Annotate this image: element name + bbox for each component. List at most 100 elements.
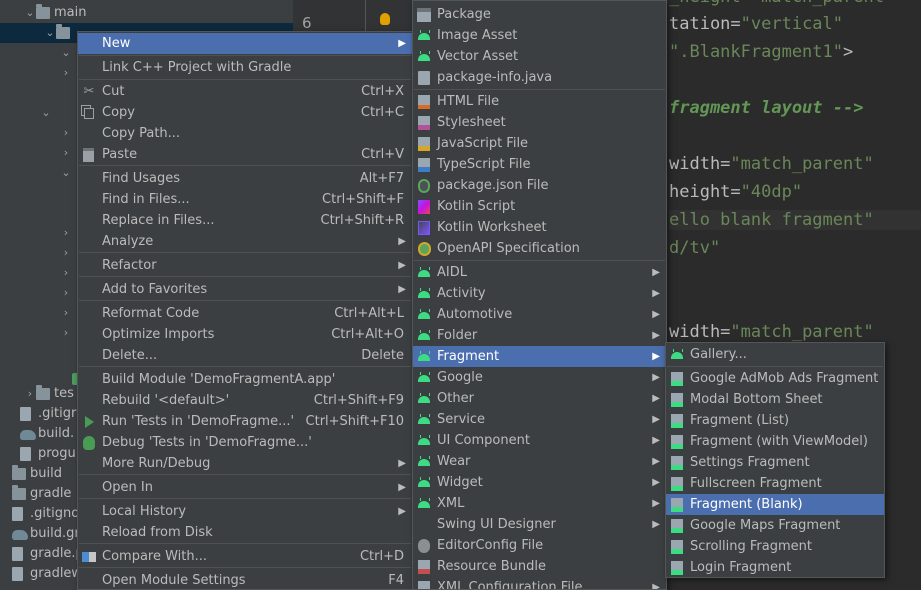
- menu-item-resource-bundle[interactable]: Resource Bundle: [413, 556, 666, 577]
- file-icon: [20, 407, 31, 421]
- chevron-down-icon[interactable]: ⌄: [40, 103, 52, 123]
- menu-item-label: Fullscreen Fragment: [690, 476, 822, 491]
- menu-item-widget[interactable]: Widget ▶: [413, 472, 666, 493]
- menu-item-openapi-specification[interactable]: OpenAPI Specification: [413, 238, 666, 259]
- menu-item-reformat-code[interactable]: Reformat Code Ctrl+Alt+L: [78, 303, 412, 324]
- menu-item-editorconfig-file[interactable]: EditorConfig File: [413, 535, 666, 556]
- menu-item-swing-ui-designer[interactable]: Swing UI Designer ▶: [413, 514, 666, 535]
- menu-item-fragment-blank[interactable]: Fragment (Blank): [666, 494, 884, 515]
- code-token: width=: [669, 322, 731, 342]
- menu-item-fullscreen-fragment[interactable]: Fullscreen Fragment: [666, 473, 884, 494]
- menu-item-scrolling-fragment[interactable]: Scrolling Fragment: [666, 536, 884, 557]
- menu-item-package-json-file[interactable]: package.json File: [413, 175, 666, 196]
- menu-item-shortcut: F4: [388, 573, 404, 588]
- menu-item-reload-from-disk[interactable]: Reload from Disk: [78, 522, 412, 543]
- menu-item-settings-fragment[interactable]: Settings Fragment: [666, 452, 884, 473]
- menu-item-aidl[interactable]: AIDL ▶: [413, 262, 666, 283]
- chevron-right-icon[interactable]: ›: [60, 323, 72, 343]
- tree-row-label: progu: [38, 446, 76, 461]
- chevron-right-icon[interactable]: ›: [60, 263, 72, 283]
- fragment-icon: [671, 372, 683, 386]
- menu-item-kotlin-worksheet[interactable]: Kotlin Worksheet: [413, 217, 666, 238]
- menu-item-service[interactable]: Service ▶: [413, 409, 666, 430]
- menu-item-javascript-file[interactable]: JavaScript File: [413, 133, 666, 154]
- chevron-down-icon[interactable]: ⌄: [44, 23, 56, 43]
- menu-item-optimize-imports[interactable]: Optimize Imports Ctrl+Alt+O: [78, 324, 412, 345]
- chevron-right-icon[interactable]: ›: [60, 303, 72, 323]
- menu-item-label: package-info.java: [437, 70, 553, 85]
- code-line: d/tv": [669, 238, 720, 258]
- menu-item-copy[interactable]: Copy Ctrl+C: [78, 102, 412, 123]
- menu-item-new[interactable]: New ▶: [78, 33, 412, 54]
- menu-item-automotive[interactable]: Automotive ▶: [413, 304, 666, 325]
- tree-row-label: gradle: [30, 486, 72, 501]
- menu-item-image-asset[interactable]: Image Asset: [413, 25, 666, 46]
- menu-item-google[interactable]: Google ▶: [413, 367, 666, 388]
- chevron-down-icon[interactable]: ⌄: [60, 43, 72, 63]
- submenu-arrow-icon: ▶: [652, 393, 660, 404]
- chevron-right-icon[interactable]: ›: [24, 384, 36, 404]
- android-icon: [417, 455, 431, 469]
- menu-item-cut[interactable]: ✂ Cut Ctrl+X: [78, 81, 412, 102]
- menu-item-build-module-demofragmenta-app[interactable]: Build Module 'DemoFragmentA.app': [78, 369, 412, 390]
- chevron-right-icon[interactable]: ›: [60, 243, 72, 263]
- menu-item-delete[interactable]: Delete... Delete: [78, 345, 412, 366]
- chevron-right-icon[interactable]: ›: [60, 283, 72, 303]
- menu-item-run-tests-in-demofragme[interactable]: Run 'Tests in 'DemoFragme...' Ctrl+Shift+…: [78, 411, 412, 432]
- file-icon: [12, 547, 23, 561]
- menu-item-debug-tests-in-demofragme[interactable]: Debug 'Tests in 'DemoFragme...': [78, 432, 412, 453]
- menu-item-gallery[interactable]: Gallery...: [666, 344, 884, 365]
- folder-icon: [36, 385, 50, 400]
- menu-item-find-usages[interactable]: Find Usages Alt+F7: [78, 168, 412, 189]
- chevron-down-icon[interactable]: ⌄: [24, 3, 36, 23]
- chevron-right-icon[interactable]: ›: [60, 223, 72, 243]
- menu-item-google-maps-fragment[interactable]: Google Maps Fragment: [666, 515, 884, 536]
- menu-item-open-module-settings[interactable]: Open Module Settings F4: [78, 570, 412, 589]
- folder-icon: [12, 465, 26, 480]
- android-icon: [417, 266, 431, 280]
- menu-item-fragment[interactable]: Fragment ▶: [413, 346, 666, 367]
- chevron-right-icon[interactable]: ›: [60, 143, 72, 163]
- lightbulb-icon[interactable]: [380, 13, 390, 25]
- chevron-down-icon[interactable]: ⌄: [60, 163, 72, 183]
- android-icon: [417, 413, 431, 427]
- menu-item-package[interactable]: Package: [413, 4, 666, 25]
- menu-item-wear[interactable]: Wear ▶: [413, 451, 666, 472]
- menu-item-compare-with[interactable]: Compare With... Ctrl+D: [78, 546, 412, 567]
- tree-row[interactable]: ⌄ main: [0, 3, 293, 23]
- menu-item-google-admob-ads-fragment[interactable]: Google AdMob Ads Fragment: [666, 368, 884, 389]
- menu-item-xml-configuration-file[interactable]: XML Configuration File ▶: [413, 577, 666, 589]
- menu-item-fragment-with-viewmodel[interactable]: Fragment (with ViewModel): [666, 431, 884, 452]
- menu-item-folder[interactable]: Folder ▶: [413, 325, 666, 346]
- menu-item-local-history[interactable]: Local History ▶: [78, 501, 412, 522]
- menu-item-vector-asset[interactable]: Vector Asset: [413, 46, 666, 67]
- menu-item-more-run-debug[interactable]: More Run/Debug ▶: [78, 453, 412, 474]
- menu-item-link-c-project-with-gradle[interactable]: Link C++ Project with Gradle: [78, 57, 412, 78]
- chevron-right-icon[interactable]: ›: [60, 123, 72, 143]
- menu-item-other[interactable]: Other ▶: [413, 388, 666, 409]
- menu-item-typescript-file[interactable]: TypeScript File: [413, 154, 666, 175]
- chevron-right-icon[interactable]: ›: [60, 63, 72, 83]
- menu-item-fragment-list[interactable]: Fragment (List): [666, 410, 884, 431]
- menu-item-package-info-java[interactable]: package-info.java: [413, 67, 666, 88]
- menu-item-rebuild-default[interactable]: Rebuild '<default>' Ctrl+Shift+F9: [78, 390, 412, 411]
- android-icon: [417, 29, 431, 43]
- menu-item-find-in-files[interactable]: Find in Files... Ctrl+Shift+F: [78, 189, 412, 210]
- menu-item-paste[interactable]: Paste Ctrl+V: [78, 144, 412, 165]
- menu-item-html-file[interactable]: HTML File: [413, 91, 666, 112]
- menu-item-xml[interactable]: XML ▶: [413, 493, 666, 514]
- menu-item-modal-bottom-sheet[interactable]: Modal Bottom Sheet: [666, 389, 884, 410]
- menu-item-login-fragment[interactable]: Login Fragment: [666, 557, 884, 577]
- menu-item-add-to-favorites[interactable]: Add to Favorites ▶: [78, 279, 412, 300]
- menu-item-refactor[interactable]: Refactor ▶: [78, 255, 412, 276]
- menu-item-copy-path[interactable]: Copy Path...: [78, 123, 412, 144]
- menu-item-replace-in-files[interactable]: Replace in Files... Ctrl+Shift+R: [78, 210, 412, 231]
- menu-item-open-in[interactable]: Open In ▶: [78, 477, 412, 498]
- menu-item-ui-component[interactable]: UI Component ▶: [413, 430, 666, 451]
- menu-item-analyze[interactable]: Analyze ▶: [78, 231, 412, 252]
- menu-item-kotlin-script[interactable]: Kotlin Script: [413, 196, 666, 217]
- code-token: d/tv": [669, 238, 721, 258]
- menu-item-stylesheet[interactable]: Stylesheet: [413, 112, 666, 133]
- menu-item-activity[interactable]: Activity ▶: [413, 283, 666, 304]
- menu-item-shortcut: Ctrl+Shift+F9: [313, 393, 404, 408]
